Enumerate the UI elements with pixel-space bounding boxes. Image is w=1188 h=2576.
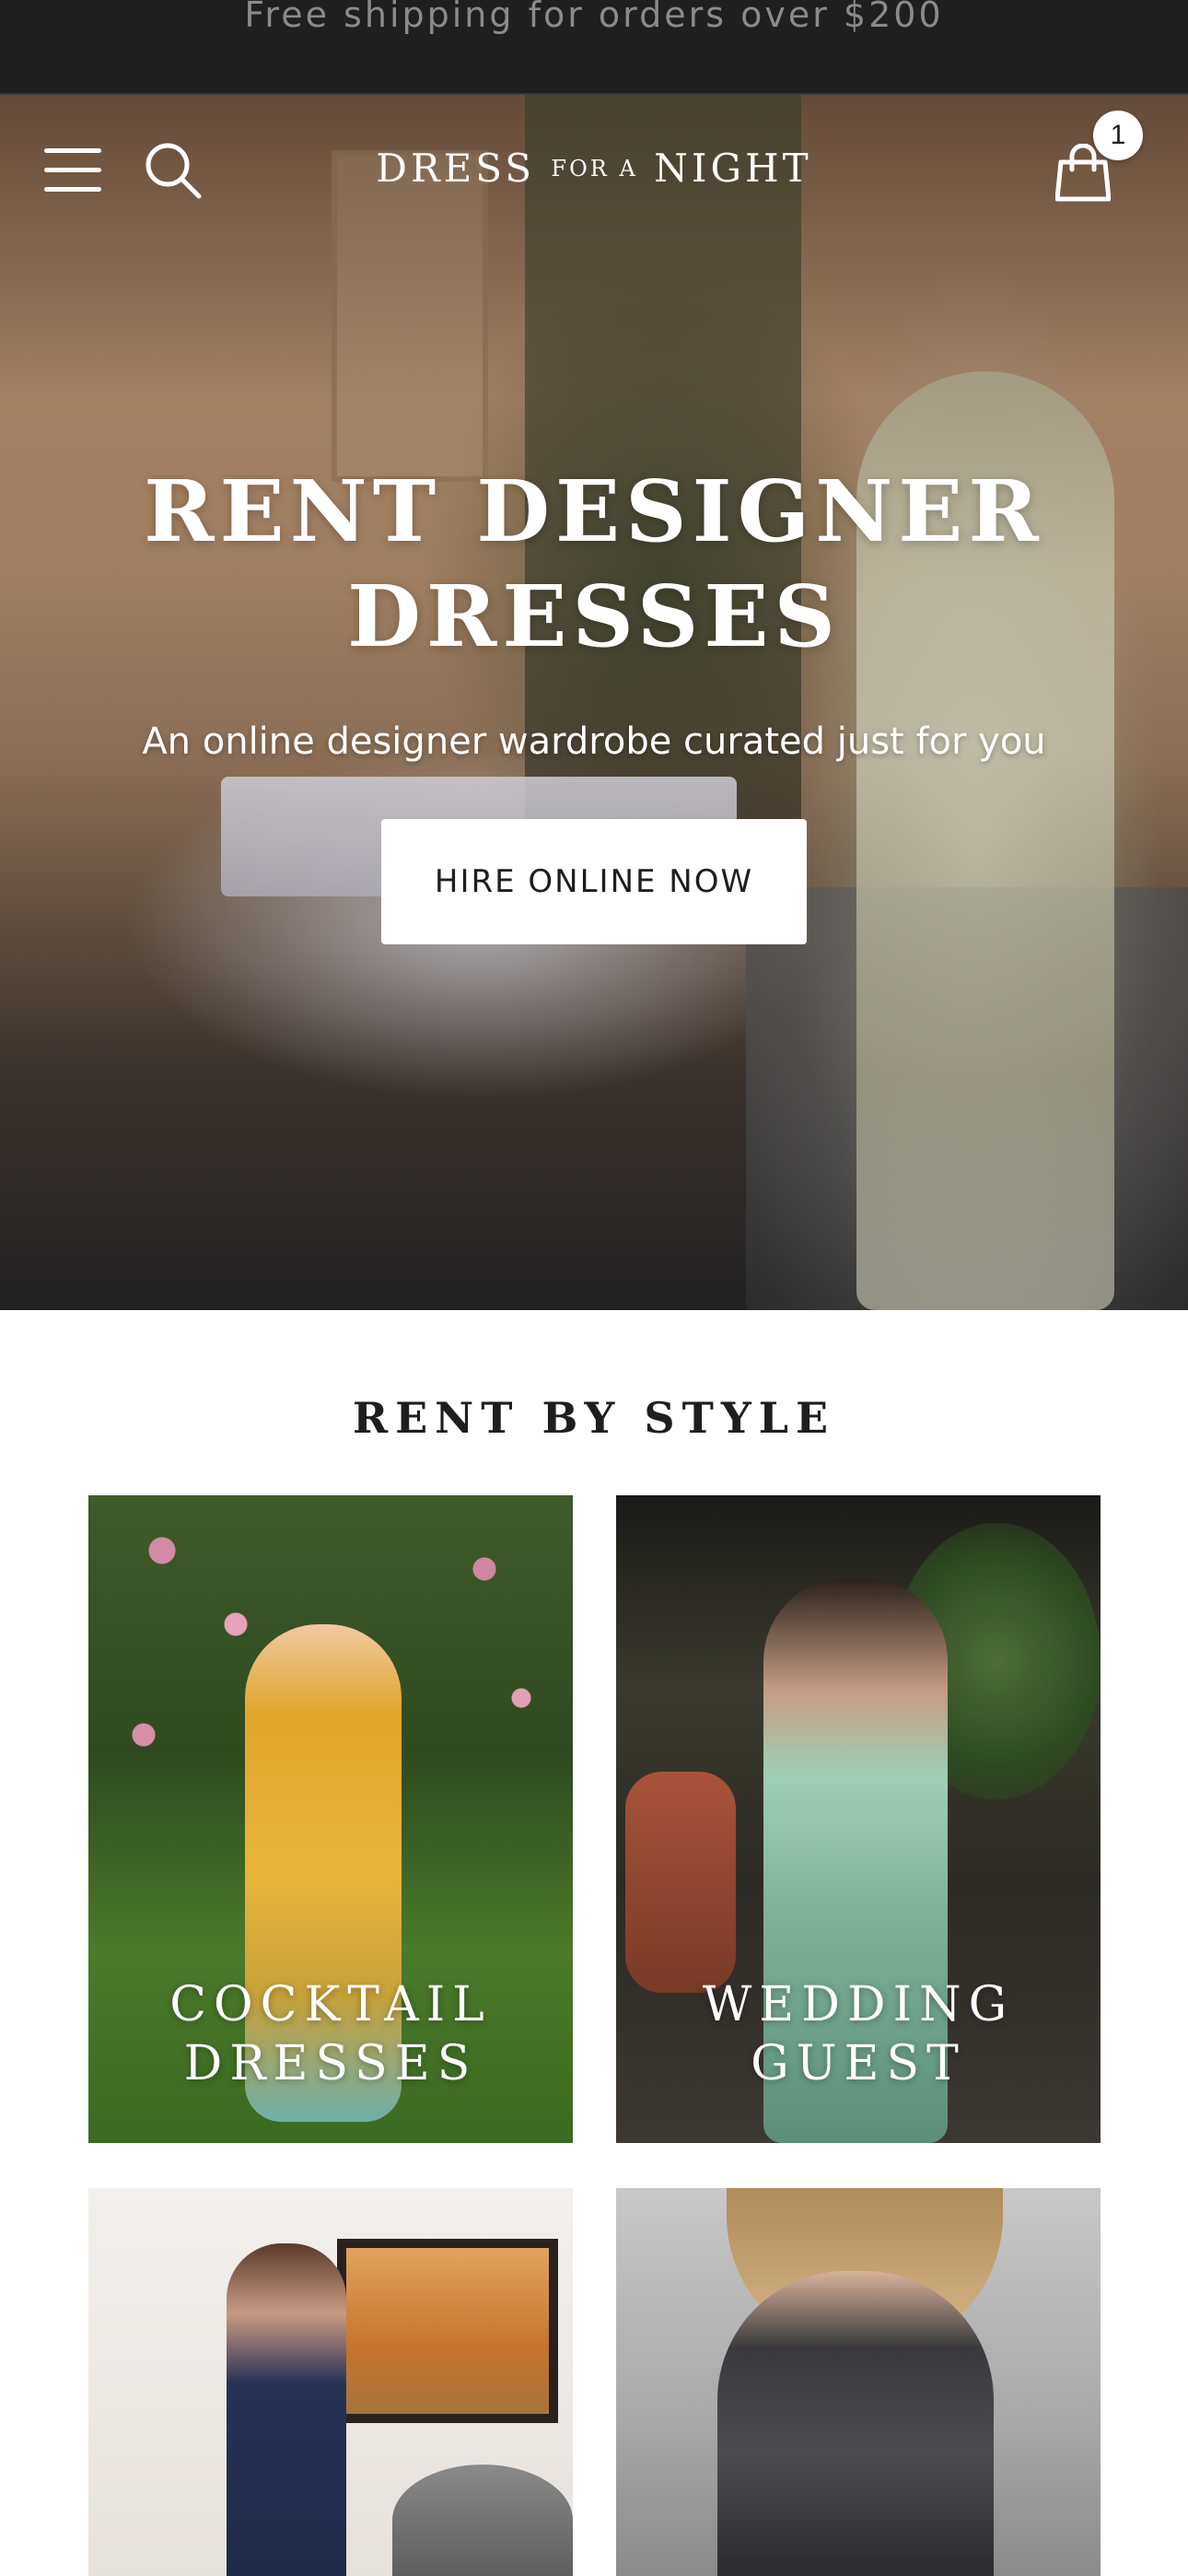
hero-subtitle: An online designer wardrobe curated just…	[142, 720, 1046, 763]
logo-part-night: NIGHT	[654, 146, 812, 191]
style-card-4[interactable]	[616, 2188, 1101, 2576]
hero-banner	[0, 95, 1188, 1310]
style-card-3[interactable]	[88, 2188, 573, 2576]
style-card-label: COCKTAIL DRESSES	[88, 1975, 573, 2093]
style-card-wedding-guest[interactable]: WEDDING GUEST	[616, 1495, 1101, 2143]
logo-part-for-a: FOR A	[551, 156, 638, 181]
style-card-label-line-2: GUEST	[751, 2036, 966, 2091]
card-image-sink	[392, 2465, 573, 2576]
style-card-label-line-2: DRESSES	[183, 2036, 478, 2091]
announcement-bar: Free shipping for orders over $200	[0, 0, 1188, 95]
style-card-label: WEDDING GUEST	[616, 1975, 1101, 2093]
hero-image-overlay	[0, 95, 1188, 1310]
hire-online-now-button[interactable]: HIRE ONLINE NOW	[381, 819, 807, 944]
hero-title-line-2: DRESSES	[347, 567, 841, 666]
style-card-label-line-1: WEDDING	[702, 1977, 1015, 2032]
hero-title: RENT DESIGNER DRESSES	[0, 459, 1188, 669]
cart-count-badge: 1	[1093, 111, 1143, 160]
style-card-cocktail-dresses[interactable]: COCKTAIL DRESSES	[88, 1495, 573, 2143]
card-image-painting	[337, 2239, 558, 2423]
logo-part-dress: DRESS	[376, 146, 536, 191]
site-logo[interactable]: DRESS FOR A NIGHT	[0, 146, 1188, 191]
announcement-text: Free shipping for orders over $200	[244, 0, 944, 35]
card-image-pot	[625, 1772, 736, 1993]
hero-title-line-1: RENT DESIGNER	[144, 462, 1044, 561]
style-card-label-line-1: COCKTAIL	[169, 1977, 492, 2032]
card-image-model	[227, 2243, 346, 2576]
rent-by-style-heading: RENT BY STYLE	[352, 1393, 836, 1443]
card-image-model	[717, 2271, 994, 2576]
